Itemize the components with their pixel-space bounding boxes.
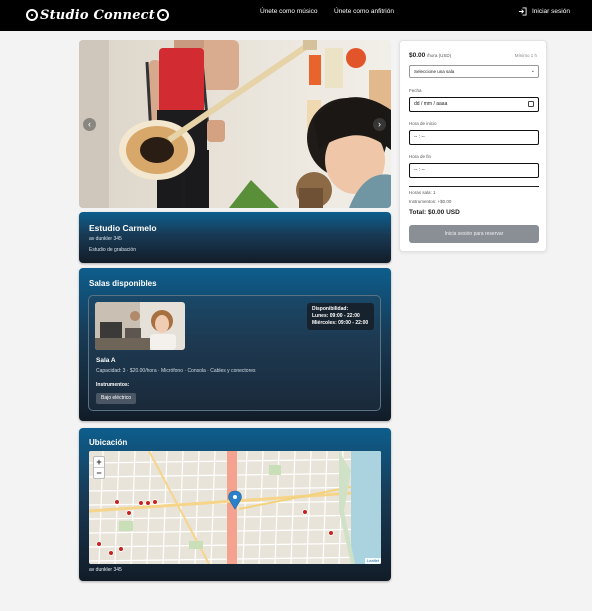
- end-time-label: Hora de fin: [409, 154, 432, 159]
- nav-join-musician[interactable]: Únete como músico: [260, 8, 317, 15]
- carousel-prev-button[interactable]: ‹: [83, 118, 96, 131]
- zoom-out-button[interactable]: −: [94, 468, 104, 479]
- price-unit: /hora (USD): [427, 53, 452, 58]
- studio-photo: [79, 40, 391, 208]
- instrument-badge[interactable]: Bajo eléctrico: [96, 393, 137, 404]
- room-name: Sala A: [96, 357, 116, 364]
- date-value: dd / mm / aaaa: [414, 101, 448, 107]
- map-zoom-control: + −: [93, 456, 105, 479]
- map-tiles: [89, 451, 381, 564]
- chevron-down-icon: ⌄: [530, 68, 535, 74]
- availability-box: Disponibilidad: Lunes: 09:00 - 22:00 Mié…: [307, 303, 374, 330]
- reserve-button[interactable]: Inicia sesión para reservar: [409, 225, 539, 243]
- calendar-icon[interactable]: [528, 101, 534, 107]
- vinyl-icon: [26, 9, 38, 21]
- studio-photo-carousel: ‹ ›: [79, 40, 391, 208]
- studio-name: Estudio Carmelo: [89, 223, 157, 233]
- total-price: Total: $0.00 USD: [409, 209, 460, 216]
- map[interactable]: + − Leaflet: [89, 451, 381, 564]
- hours-summary: Horas sala: 1: [409, 190, 436, 195]
- room-capacity: Capacidad: 3 · $20.00/hora · Micrófono ·…: [96, 368, 256, 374]
- start-time-input[interactable]: -- : --: [409, 130, 539, 145]
- vinyl-icon: [156, 9, 169, 21]
- logo-text: Studio Connect: [40, 7, 155, 23]
- room-select-value: Seleccione una sala: [414, 69, 455, 74]
- login-icon: [518, 7, 527, 16]
- studio-type: Estudio de grabación: [89, 247, 136, 253]
- studio-info-card: Estudio Carmelo av dunkler 345 Estudio d…: [79, 212, 391, 263]
- start-time-value: -- : --: [414, 134, 425, 140]
- nav-join-host[interactable]: Únete como anfitrión: [334, 8, 394, 15]
- room-photo: [95, 302, 185, 350]
- location-address: av dunkler 345: [89, 567, 122, 573]
- availability-slot: Miércoles: 09:00 - 22:00: [312, 320, 369, 326]
- login-link[interactable]: Iniciar sesión: [518, 7, 570, 16]
- instruments-title: Instrumentos:: [96, 382, 130, 388]
- zoom-in-button[interactable]: +: [94, 457, 104, 468]
- booking-panel: $0.00 /hora (USD) Mínimo 1 h Seleccione …: [399, 40, 547, 252]
- studio-address: av dunkler 345: [89, 236, 122, 242]
- price: $0.00 /hora (USD): [409, 52, 451, 59]
- rooms-card: Salas disponibles Disponibilidad: Lunes:…: [79, 268, 391, 421]
- room-select[interactable]: Seleccione una sala ⌄: [409, 65, 539, 78]
- end-time-input[interactable]: -- : --: [409, 163, 539, 178]
- logo[interactable]: Studio Connect: [26, 4, 169, 26]
- end-time-value: -- : --: [414, 167, 425, 173]
- top-navbar: Studio Connect Únete como músico Únete c…: [0, 0, 592, 31]
- carousel-next-button[interactable]: ›: [373, 118, 386, 131]
- divider: [409, 186, 539, 187]
- availability-slot: Lunes: 09:00 - 22:00: [312, 313, 360, 319]
- start-time-label: Hora de inicio: [409, 121, 437, 126]
- location-title: Ubicación: [89, 438, 128, 447]
- availability-title: Disponibilidad:: [312, 306, 349, 312]
- instruments-summary: Instrumentos: +$0.00: [409, 199, 452, 204]
- room-item[interactable]: Disponibilidad: Lunes: 09:00 - 22:00 Mié…: [88, 295, 381, 411]
- date-label: Fecha: [409, 88, 422, 93]
- price-value: $0.00: [409, 52, 426, 59]
- location-card: Ubicación + − Leaflet av dunkler 345: [79, 428, 391, 581]
- login-label: Iniciar sesión: [532, 8, 570, 15]
- chevron-left-icon: ‹: [88, 119, 91, 129]
- minimum-hours: Mínimo 1 h: [514, 53, 537, 58]
- rooms-title: Salas disponibles: [89, 279, 157, 288]
- map-attribution[interactable]: Leaflet: [364, 558, 381, 564]
- chevron-right-icon: ›: [378, 119, 381, 129]
- date-input[interactable]: dd / mm / aaaa: [409, 97, 539, 112]
